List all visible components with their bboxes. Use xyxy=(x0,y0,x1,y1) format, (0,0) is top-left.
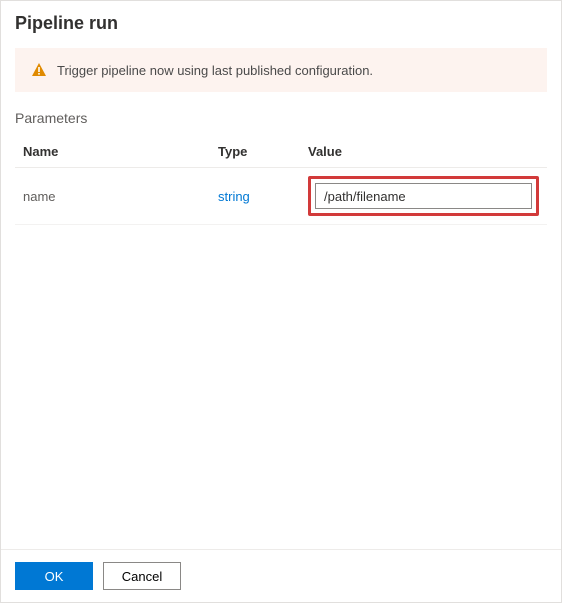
warning-banner: Trigger pipeline now using last publishe… xyxy=(15,48,547,92)
column-header-type: Type xyxy=(218,144,308,159)
column-header-value: Value xyxy=(308,144,539,159)
cancel-button[interactable]: Cancel xyxy=(103,562,181,590)
warning-text: Trigger pipeline now using last publishe… xyxy=(57,63,373,78)
table-row: name string xyxy=(15,168,547,225)
parameters-table: Name Type Value name string xyxy=(15,136,547,225)
param-type: string xyxy=(218,189,308,204)
value-highlight-box xyxy=(308,176,539,216)
panel-footer: OK Cancel xyxy=(1,549,561,602)
pipeline-run-panel: Pipeline run Trigger pipeline now using … xyxy=(0,0,562,603)
parameters-heading: Parameters xyxy=(15,110,547,126)
panel-title: Pipeline run xyxy=(15,13,547,34)
param-name: name xyxy=(23,189,218,204)
warning-icon xyxy=(31,62,47,78)
param-value-cell xyxy=(308,176,539,216)
param-value-input[interactable] xyxy=(315,183,532,209)
table-header-row: Name Type Value xyxy=(15,136,547,168)
column-header-name: Name xyxy=(23,144,218,159)
ok-button[interactable]: OK xyxy=(15,562,93,590)
